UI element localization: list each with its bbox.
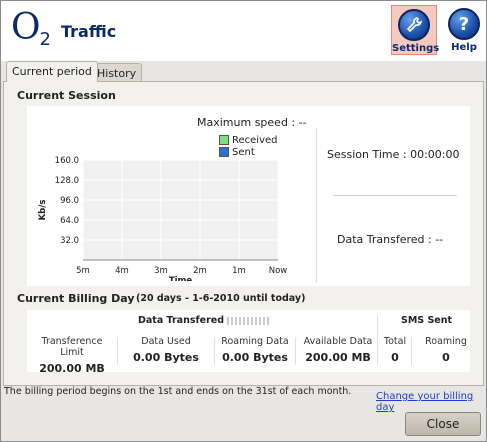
- traffic-window: O2 Traffic Settings ? Help Current perio…: [0, 0, 487, 442]
- help-label: Help: [451, 42, 477, 53]
- y-tick-label: 64.0: [60, 216, 79, 226]
- x-tick-label: 3m: [154, 266, 168, 276]
- stat-key: Total: [383, 336, 407, 347]
- billing-period-note: The billing period begins on the 1st and…: [4, 386, 352, 397]
- close-button[interactable]: Close: [405, 412, 481, 436]
- x-axis-label: Time: [169, 276, 193, 281]
- x-tick-label: 1m: [232, 266, 246, 276]
- stat-transference-limit: Transference Limit 200.00 MB: [29, 336, 115, 375]
- plot-area: [83, 160, 278, 260]
- speed-chart: 160.0 128.0 96.0 64.0 32.0 5m 4m 3m 2m 1m Now Time K…: [38, 156, 288, 281]
- session-separator: [333, 195, 457, 196]
- stat-key: Roaming: [425, 336, 467, 347]
- tab-current-period[interactable]: Current period: [6, 61, 98, 82]
- stat-sms-total: Total 0: [379, 336, 411, 364]
- stat-value: 0: [391, 351, 399, 364]
- stat-separator: [411, 337, 412, 365]
- x-tick-label: 4m: [115, 266, 129, 276]
- stat-value: 0.00 Bytes: [222, 351, 288, 364]
- help-button[interactable]: ? Help: [441, 5, 487, 55]
- x-tick-label: 2m: [193, 266, 207, 276]
- stat-separator: [295, 337, 296, 365]
- y-tick-label: 32.0: [60, 236, 79, 246]
- billing-title: Current Billing Day: [17, 292, 135, 305]
- sms-sent-header: SMS Sent: [401, 315, 453, 326]
- y-axis-label: Kb/s: [38, 200, 48, 221]
- stat-value: 200.00 MB: [305, 351, 371, 364]
- stat-value: 0: [442, 351, 450, 364]
- session-divider: [316, 128, 317, 283]
- received-swatch: [219, 135, 229, 145]
- y-tick-label: 160.0: [55, 156, 79, 166]
- settings-label: Settings: [392, 43, 440, 54]
- stat-key: Transference Limit: [41, 336, 103, 358]
- tab-history[interactable]: History: [91, 63, 143, 82]
- chart-legend: Received Sent: [219, 134, 278, 158]
- current-session-title: Current Session: [17, 89, 116, 102]
- y-tick-label: 128.0: [55, 176, 79, 186]
- stat-key: Roaming Data: [221, 336, 289, 347]
- app-title: Traffic: [61, 22, 117, 41]
- stat-data-used: Data Used 0.00 Bytes: [121, 336, 211, 364]
- stat-value: 0.00 Bytes: [133, 351, 199, 364]
- question-icon: ?: [448, 8, 480, 40]
- legend-received: Received: [219, 134, 278, 146]
- stat-sms-roaming: Roaming 0: [418, 336, 474, 364]
- session-time: Session Time : 00:00:00: [327, 148, 460, 161]
- data-transfered-header: Data Transfered: [138, 315, 225, 326]
- y-tick-label: 96.0: [60, 196, 79, 206]
- stat-key: Data Used: [141, 336, 191, 347]
- change-billing-day-link[interactable]: Change your billing day: [376, 391, 486, 413]
- wrench-icon: [398, 9, 430, 41]
- usage-meter: [227, 317, 269, 325]
- stat-value: 200.00 MB: [39, 362, 105, 375]
- stat-roaming-data: Roaming Data 0.00 Bytes: [215, 336, 295, 364]
- x-tick-label: Now: [269, 266, 288, 276]
- stat-available-data: Available Data 200.00 MB: [298, 336, 378, 364]
- x-tick-label: 5m: [76, 266, 90, 276]
- o2-logo: O2: [11, 7, 51, 50]
- header: O2 Traffic Settings ? Help: [1, 1, 486, 61]
- legend-received-label: Received: [232, 134, 278, 146]
- stat-separator: [117, 337, 118, 365]
- stat-key: Available Data: [303, 336, 373, 347]
- billing-subtitle: (20 days - 1-6-2010 until today): [136, 293, 306, 304]
- max-speed: Maximum speed : --: [197, 116, 307, 129]
- session-data-transfered: Data Transfered : --: [337, 233, 444, 246]
- settings-button[interactable]: Settings: [391, 5, 440, 55]
